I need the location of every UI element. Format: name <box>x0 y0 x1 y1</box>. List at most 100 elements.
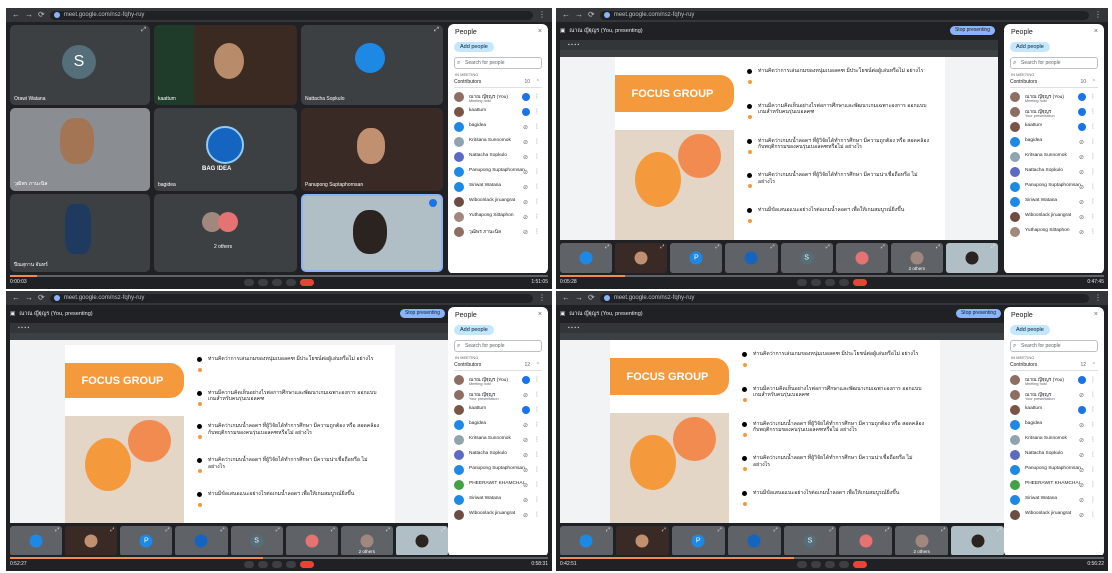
participant-thumbnail[interactable]: ⤢ <box>175 526 228 556</box>
menu-icon[interactable]: ⋮ <box>1094 291 1102 305</box>
more-options-icon[interactable]: ⋮ <box>534 496 540 503</box>
camera-button[interactable] <box>811 279 821 286</box>
video-progress[interactable] <box>10 557 548 559</box>
more-options-icon[interactable]: ⋮ <box>534 183 540 190</box>
more-options-icon[interactable]: ⋮ <box>534 93 540 100</box>
participant-row[interactable]: ณาณ ญีฐุญร Your presentation ⊘ ⋮ <box>454 388 544 403</box>
more-options-icon[interactable]: ⋮ <box>1090 123 1096 130</box>
search-input[interactable]: Search for people <box>454 340 542 352</box>
more-options-icon[interactable]: ⋮ <box>534 108 540 115</box>
participant-row[interactable]: Panupong Suptaphornsan ⊘ ⋮ <box>454 165 544 180</box>
mic-button[interactable] <box>797 561 807 568</box>
add-people-button[interactable]: Add people <box>454 42 494 52</box>
captions-button[interactable] <box>825 561 835 568</box>
participant-thumbnail[interactable]: 2 others ⤢ <box>340 526 393 556</box>
pin-icon[interactable]: ⤢ <box>991 244 995 250</box>
present-button[interactable] <box>839 279 849 286</box>
mic-off-icon[interactable]: ⊘ <box>1079 229 1084 236</box>
participant-row[interactable]: bagidea ⊘ ⋮ <box>1010 418 1100 433</box>
more-options-icon[interactable]: ⋮ <box>534 198 540 205</box>
participant-row[interactable]: Nattacha Sopkulo ⊘ ⋮ <box>1010 448 1100 463</box>
more-options-icon[interactable]: ⋮ <box>1090 481 1096 488</box>
participant-row[interactable]: ณาณ ญีฐุญร (You) Meeting host ⋮ <box>1010 373 1100 388</box>
participant-tile[interactable]: S ⤢ Orawi Watana <box>10 25 150 105</box>
leave-call-button[interactable] <box>853 561 867 568</box>
pdf-tab[interactable]: ▪ ▪ ▪ ▪ <box>18 325 29 331</box>
mic-off-icon[interactable]: ⊘ <box>523 124 528 131</box>
participant-tile[interactable]: 2 others <box>154 194 297 272</box>
mic-off-icon[interactable]: ⊘ <box>523 214 528 221</box>
more-options-icon[interactable]: ⋮ <box>534 436 540 443</box>
participant-row[interactable]: bagidea ⊘ ⋮ <box>454 418 544 433</box>
pin-icon[interactable]: ⤢ <box>55 527 59 533</box>
mic-off-icon[interactable]: ⊘ <box>1079 467 1084 474</box>
more-options-icon[interactable]: ⋮ <box>1090 93 1096 100</box>
menu-icon[interactable]: ⋮ <box>538 291 546 305</box>
participant-row[interactable]: ณาณ ญีฐุญร (You) Meeting host ⋮ <box>1010 90 1100 105</box>
participant-row[interactable]: kaattum ⋮ <box>454 105 544 120</box>
participant-row[interactable]: Siriwat Watana ⊘ ⋮ <box>1010 195 1100 210</box>
participant-row[interactable]: bagidea ⊘ ⋮ <box>1010 135 1100 150</box>
participant-row[interactable]: Panupong Suptaphornsan ⊘ ⋮ <box>1010 463 1100 478</box>
participant-tile[interactable]: วุฒิพร ภานะนิล <box>10 108 150 191</box>
video-progress[interactable] <box>10 275 548 277</box>
mic-off-icon[interactable]: ⊘ <box>523 169 528 176</box>
mic-button[interactable] <box>244 279 254 286</box>
back-icon[interactable]: ← <box>562 291 570 305</box>
more-options-icon[interactable]: ⋮ <box>1090 421 1096 428</box>
mic-off-icon[interactable]: ⊘ <box>1079 392 1084 399</box>
pin-icon[interactable]: ⤢ <box>773 527 777 533</box>
participant-row[interactable]: Wiboonlack jiruangrat ⊘ ⋮ <box>454 195 544 210</box>
present-button[interactable] <box>286 279 296 286</box>
mic-off-icon[interactable]: ⊘ <box>523 154 528 161</box>
pin-icon[interactable]: ⤢ <box>605 244 609 250</box>
captions-button[interactable] <box>825 279 835 286</box>
participant-thumbnail[interactable]: ⤢ <box>727 526 781 556</box>
participant-row[interactable]: PHEERAWIT KHAMCHAI ⊘ ⋮ <box>454 478 544 493</box>
participant-row[interactable]: Yuthapong Sittaphon ⊘ ⋮ <box>454 210 544 225</box>
participant-thumbnail[interactable]: ⤢ <box>951 526 1004 556</box>
participant-row[interactable]: Kritsana Sunnomok ⊘ ⋮ <box>1010 433 1100 448</box>
forward-icon[interactable]: → <box>575 8 583 22</box>
chevron-up-icon[interactable]: ⌃ <box>536 77 540 87</box>
mic-off-icon[interactable]: ⊘ <box>523 467 528 474</box>
participant-thumbnail[interactable]: ⤢ <box>10 526 63 556</box>
participant-row[interactable]: Kritsana Sunnomok ⊘ ⋮ <box>454 135 544 150</box>
contributors-header[interactable]: Contributors 12 ⌃ <box>1010 360 1098 371</box>
search-input[interactable]: Search for people <box>1010 57 1098 69</box>
mic-off-icon[interactable]: ⊘ <box>1079 437 1084 444</box>
mic-off-icon[interactable]: ⊘ <box>523 482 528 489</box>
captions-button[interactable] <box>272 561 282 568</box>
pin-icon[interactable]: ⤢ <box>386 527 390 533</box>
pin-icon[interactable]: ⤢ <box>881 244 885 250</box>
participant-row[interactable]: Siriwat Watana ⊘ ⋮ <box>454 180 544 195</box>
more-options-icon[interactable]: ⋮ <box>534 213 540 220</box>
more-options-icon[interactable]: ⋮ <box>1090 183 1096 190</box>
address-bar[interactable]: meet.google.com/nsz-fqhy-ruy <box>599 293 1089 303</box>
more-options-icon[interactable]: ⋮ <box>534 421 540 428</box>
reload-icon[interactable]: ⟳ <box>588 8 595 22</box>
mic-off-icon[interactable]: ⊘ <box>523 512 528 519</box>
back-icon[interactable]: ← <box>12 8 20 22</box>
mic-off-icon[interactable]: ⊘ <box>523 229 528 236</box>
mic-off-icon[interactable]: ⊘ <box>523 199 528 206</box>
pin-icon[interactable]: ⤢ <box>434 27 439 34</box>
pin-icon[interactable]: ⤢ <box>220 527 224 533</box>
pin-icon[interactable]: ⤢ <box>276 527 280 533</box>
participant-row[interactable]: Nattacha Sopkulo ⊘ ⋮ <box>1010 165 1100 180</box>
more-options-icon[interactable]: ⋮ <box>534 466 540 473</box>
participant-thumbnail[interactable]: ⤢ <box>839 526 893 556</box>
mic-off-icon[interactable]: ⊘ <box>523 422 528 429</box>
address-bar[interactable]: meet.google.com/nsz-fqhy-ruy <box>49 293 533 303</box>
participant-row[interactable]: Wiboonlack jiruangrat ⊘ ⋮ <box>1010 508 1100 523</box>
contributors-header[interactable]: Contributors 12 ⌃ <box>454 360 542 371</box>
more-options-icon[interactable]: ⋮ <box>1090 228 1096 235</box>
participant-thumbnail[interactable]: ⤢ <box>725 243 778 273</box>
participant-row[interactable]: ณาณ ญีฐุญร (You) Meeting host ⋮ <box>454 373 544 388</box>
pin-icon[interactable]: ⤢ <box>662 527 666 533</box>
stop-presenting-button[interactable]: Stop presenting <box>399 309 445 318</box>
stop-presenting-button[interactable]: Stop presenting <box>955 309 1001 318</box>
extensions-icon[interactable]: ⋮ <box>538 8 546 22</box>
pin-icon[interactable]: ⤢ <box>660 244 664 250</box>
participant-row[interactable]: Panupong Suptaphornsan ⊘ ⋮ <box>454 463 544 478</box>
